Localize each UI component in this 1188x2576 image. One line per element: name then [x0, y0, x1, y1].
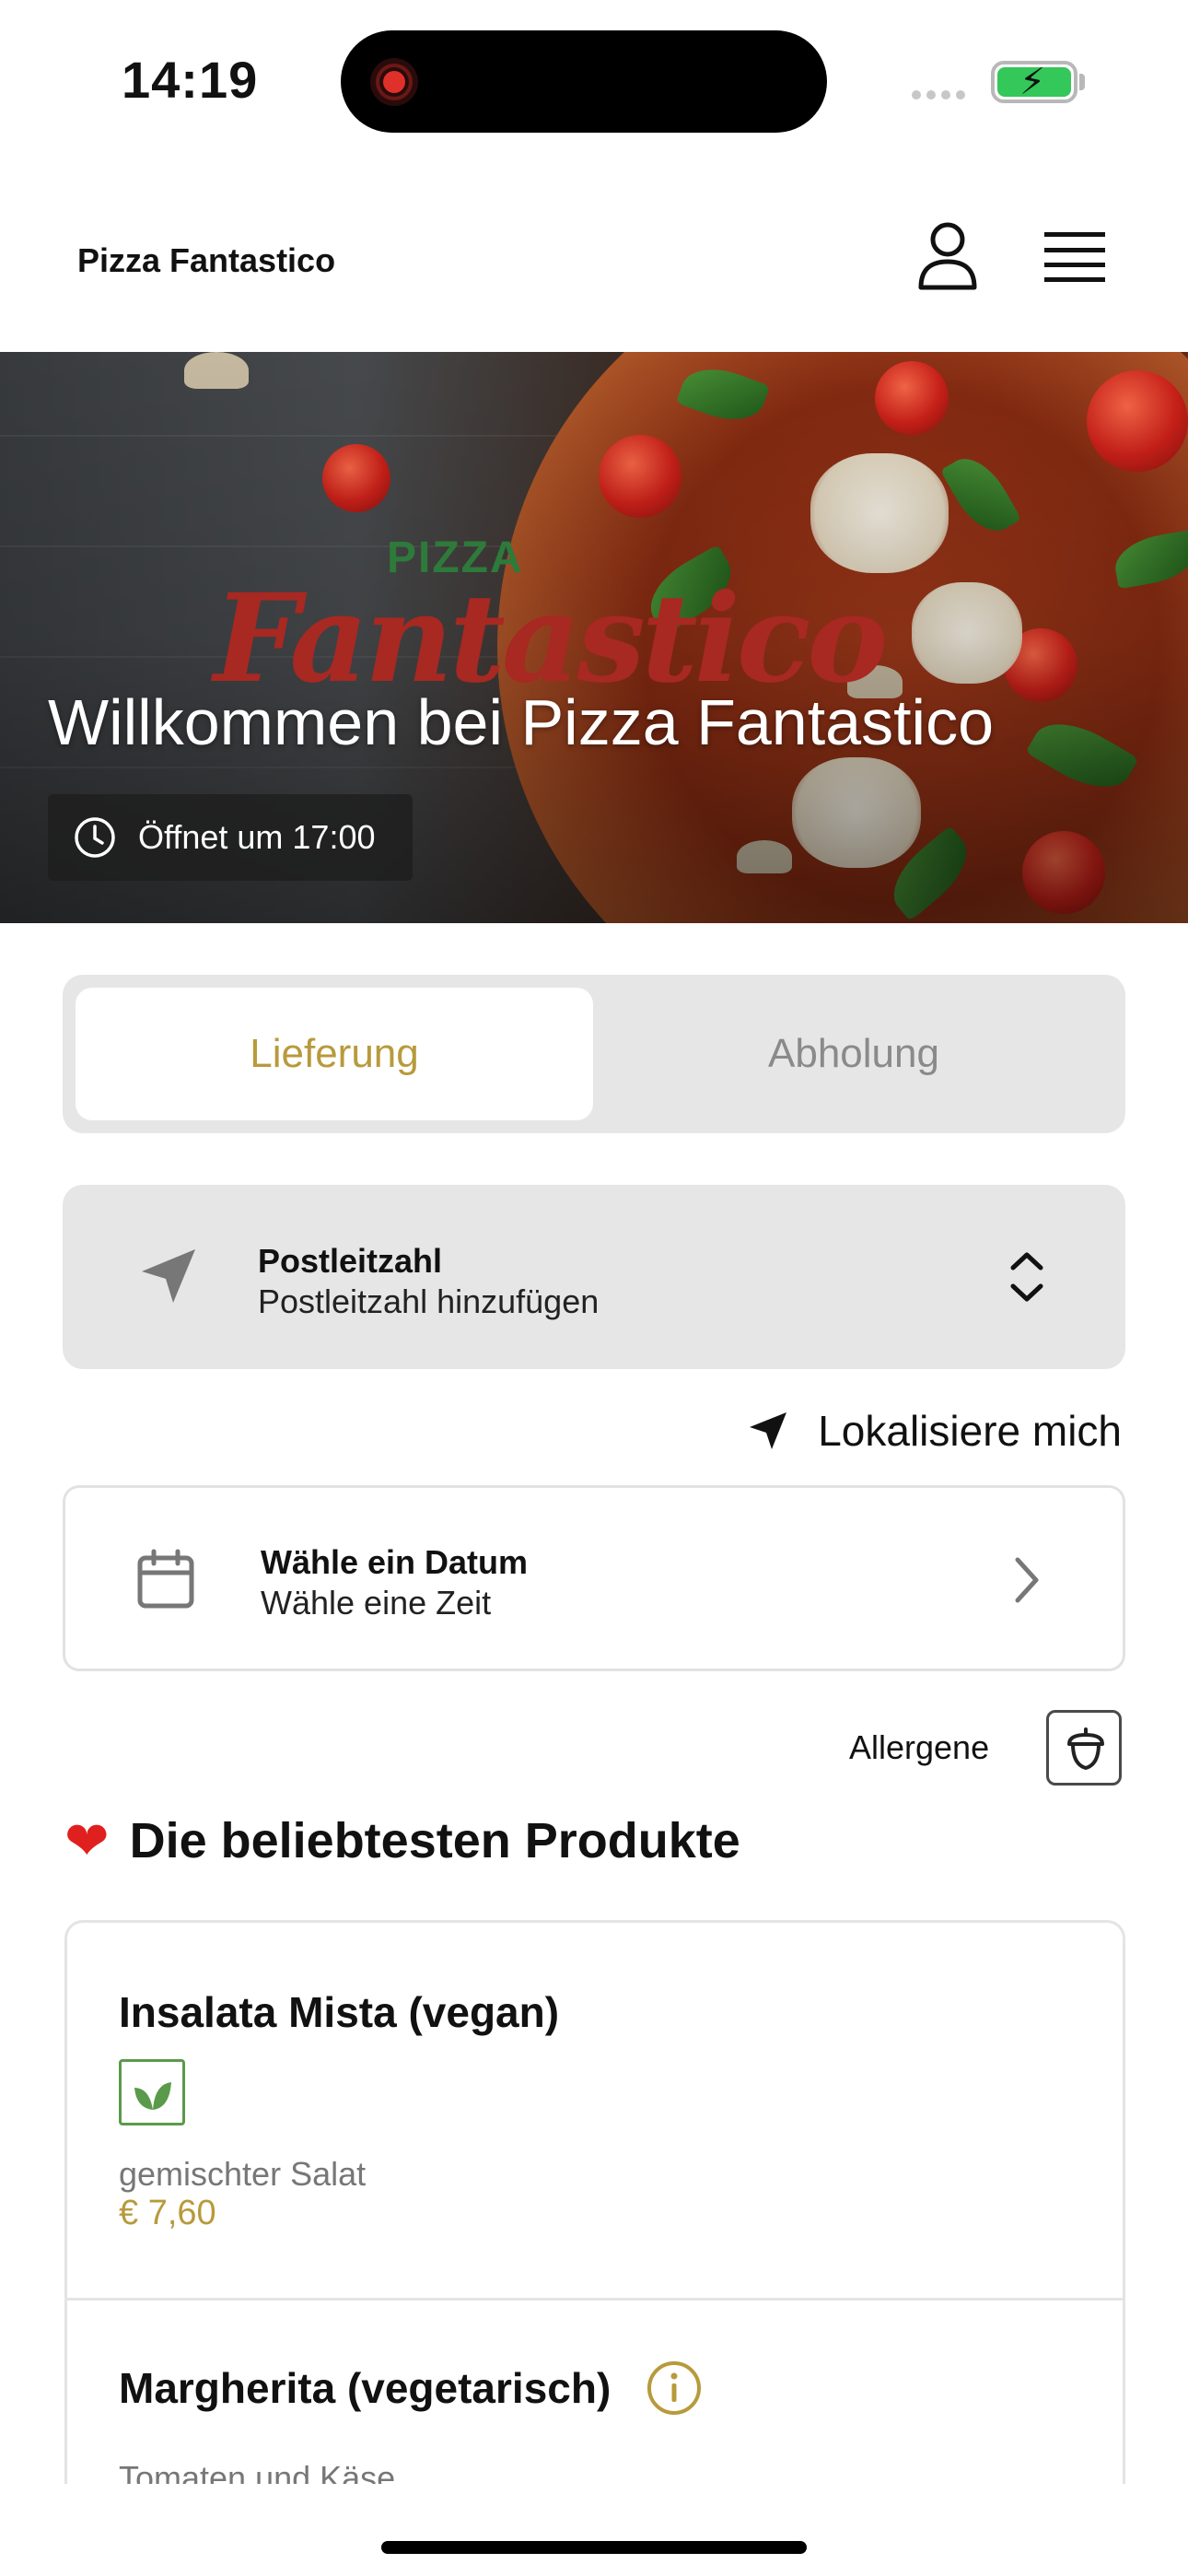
home-indicator[interactable]: [381, 2541, 807, 2554]
battery-icon: ⚡: [991, 61, 1077, 103]
vegan-badge: [119, 2059, 185, 2125]
product-name: Insalata Mista (vegan): [119, 1988, 560, 2036]
calendar-icon: [137, 1549, 194, 1609]
tab-lieferung[interactable]: Lieferung: [76, 988, 593, 1120]
acorn-icon: [1067, 1727, 1104, 1770]
allergens-button[interactable]: [1046, 1710, 1122, 1786]
status-bar: 14:19 ⚡: [0, 0, 1188, 157]
location-arrow-icon: [750, 1412, 787, 1449]
order-mode-toggle: Lieferung Abholung: [63, 975, 1125, 1133]
postal-code-field[interactable]: Postleitzahl Postleitzahl hinzufügen: [63, 1185, 1125, 1369]
info-icon[interactable]: [646, 2359, 703, 2417]
product-name: Margherita (vegetarisch): [119, 2364, 611, 2412]
product-price: € 7,60: [119, 2194, 216, 2232]
date-time-picker[interactable]: Wähle ein Datum Wähle eine Zeit: [63, 1485, 1125, 1671]
chevron-right-icon: [1015, 1557, 1039, 1603]
status-time: 14:19: [122, 51, 259, 109]
locate-me-button[interactable]: Lokalisiere mich: [746, 1400, 1122, 1461]
hero-banner: PIZZA Fantastico Willkommen bei Pizza Fa…: [0, 352, 1188, 923]
chevron-up-down-icon: [1010, 1252, 1043, 1302]
heart-icon: ❤: [64, 1811, 110, 1871]
battery-cap: [1079, 74, 1085, 90]
hero-title: Willkommen bei Pizza Fantastico: [48, 686, 994, 758]
product-list: Insalata Mista (vegan) gemischter Salat …: [64, 1920, 1125, 2484]
user-icon[interactable]: [915, 221, 980, 291]
opening-hours-text: Öffnet um 17:00: [138, 818, 376, 856]
product-description: gemischter Salat: [119, 2155, 367, 2193]
product-description: Tomaten und Käse: [119, 2459, 396, 2484]
recording-indicator-icon: [370, 58, 418, 106]
time-label: Wähle eine Zeit: [261, 1584, 492, 1622]
clock-icon: [75, 817, 115, 858]
date-label: Wähle ein Datum: [261, 1543, 529, 1581]
locate-me-label: Lokalisiere mich: [818, 1407, 1122, 1455]
product-card[interactable]: Insalata Mista (vegan) gemischter Salat …: [67, 1923, 1123, 2301]
app-header: Pizza Fantastico: [0, 184, 1188, 352]
signal-icon: [912, 88, 971, 104]
postal-code-value: Postleitzahl hinzufügen: [258, 1282, 600, 1320]
location-arrow-icon: [142, 1249, 195, 1303]
opening-hours-badge: Öffnet um 17:00: [48, 794, 413, 881]
allergens-label: Allergene: [849, 1728, 990, 1766]
popular-products-title: Die beliebtesten Produkte: [129, 1813, 740, 1868]
leaf-icon: [134, 2082, 171, 2110]
popular-products-heading: ❤ Die beliebtesten Produkte: [64, 1809, 740, 1872]
brand-name[interactable]: Pizza Fantastico: [77, 241, 335, 280]
product-card[interactable]: Margherita (vegetarisch) Tomaten und Käs…: [67, 2301, 1123, 2484]
postal-code-label: Postleitzahl: [258, 1242, 443, 1280]
menu-icon[interactable]: [1044, 230, 1105, 284]
tab-abholung[interactable]: Abholung: [595, 988, 1112, 1120]
